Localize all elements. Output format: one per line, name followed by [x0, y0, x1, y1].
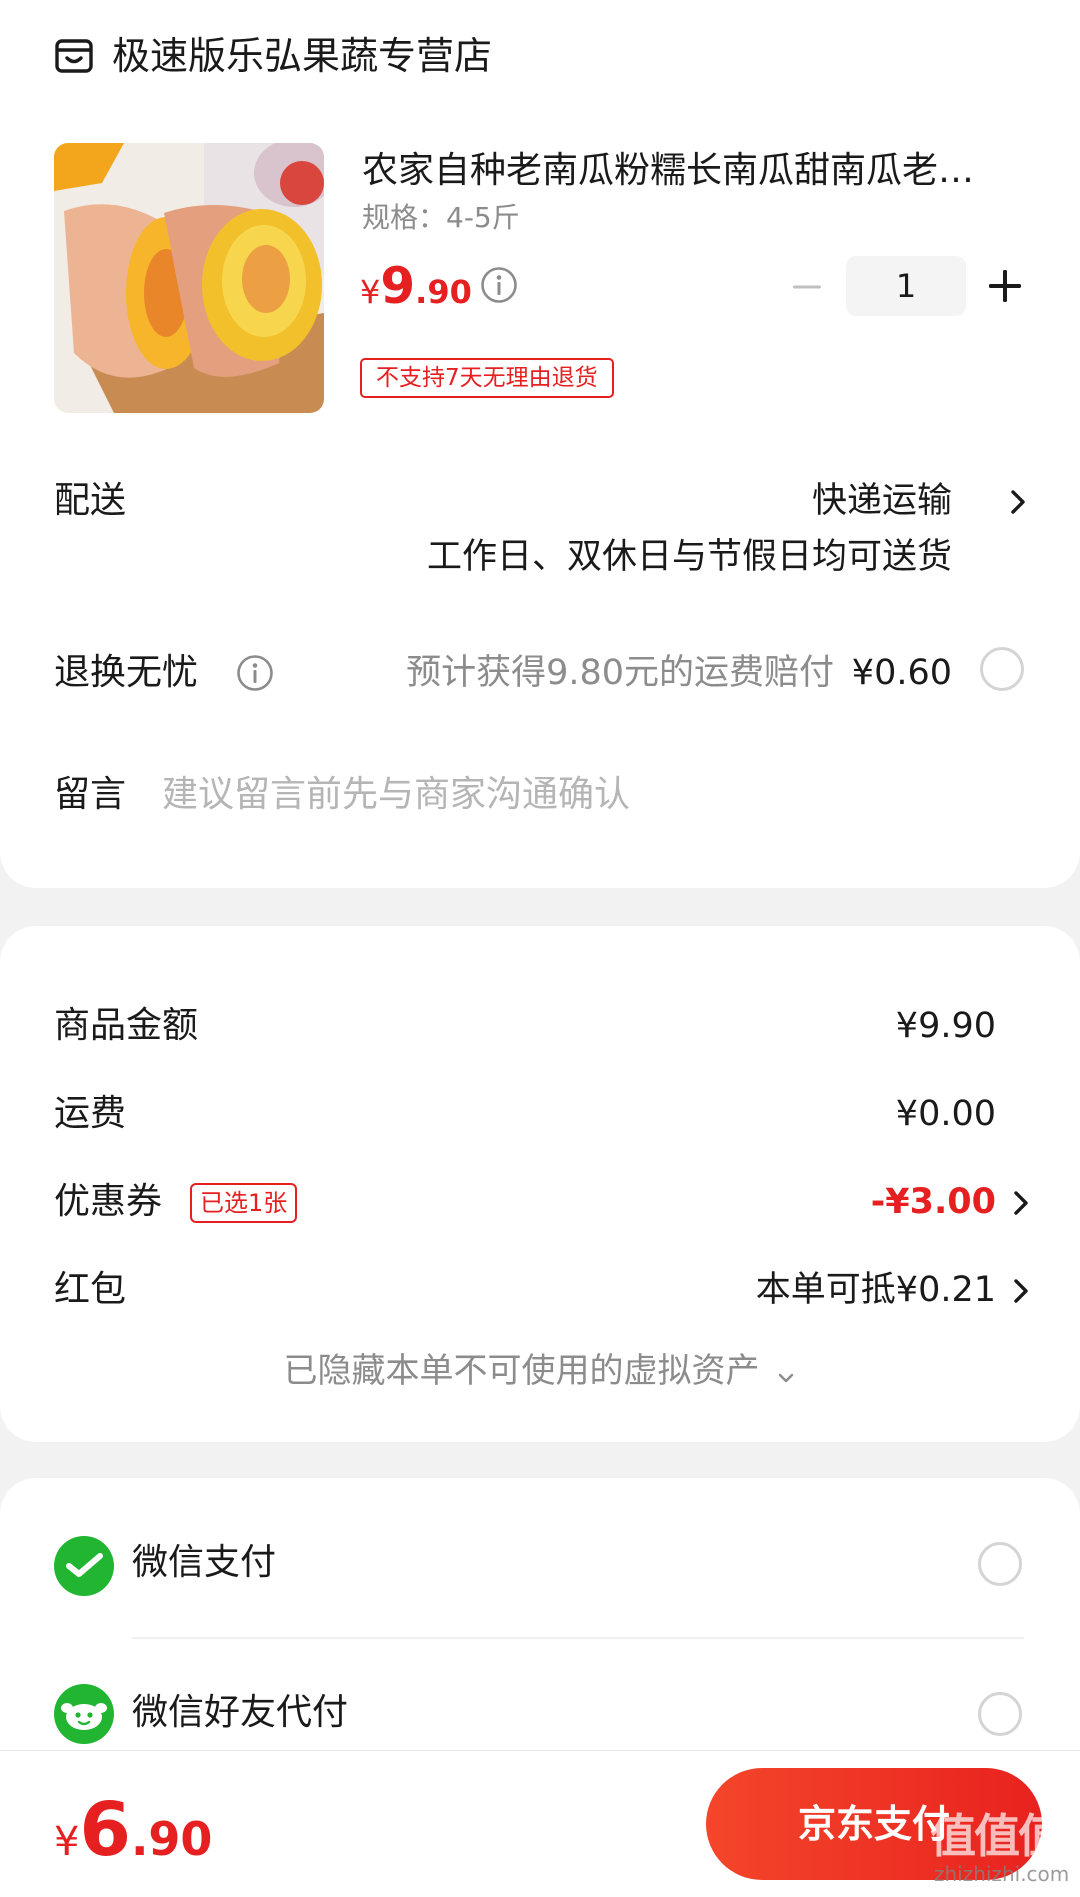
decrease-quantity-button[interactable]: [790, 270, 824, 304]
product-price: ¥9.90: [360, 256, 472, 328]
watermark-logo: 值值值: [930, 1809, 1064, 1863]
return-insurance-radio[interactable]: [980, 647, 1024, 691]
watermark-url: zhizhizhi.com: [934, 1862, 1070, 1886]
store-icon: [55, 39, 93, 73]
chevron-down-icon: [778, 1373, 793, 1382]
red-packet-value[interactable]: 本单可抵¥0.21: [756, 1265, 996, 1315]
payment-method-wechat-friend-pay[interactable]: 微信好友代付: [0, 1674, 1080, 1754]
message-label: 留言: [54, 774, 127, 815]
return-policy-badge: 不支持7天无理由退货: [360, 358, 614, 398]
return-insurance-description: 预计获得9.80元的运费赔付: [406, 653, 834, 693]
total-decimal: .90: [130, 1812, 213, 1866]
increase-quantity-button[interactable]: [987, 268, 1023, 304]
price-info-icon[interactable]: [480, 266, 518, 304]
goods-amount-value: ¥9.90: [895, 1006, 996, 1046]
order-item-card: 极速版乐弘果蔬专营店 农家自种老南瓜粉糯长南瓜甜南瓜老… 规格：4-5斤 ¥9.…: [0, 0, 1080, 888]
wechat-friend-pay-icon: [54, 1684, 114, 1744]
total-price: ¥6.90: [54, 1790, 212, 1890]
coupon-selected-badge: 已选1张: [190, 1183, 298, 1223]
total-integer: 6: [79, 1787, 131, 1873]
wechat-pay-label: 微信支付: [132, 1542, 277, 1583]
message-input[interactable]: 建议留言前先与商家沟通确认: [162, 770, 630, 820]
red-packet-label: 红包: [54, 1269, 127, 1310]
shipping-value: ¥0.00: [895, 1094, 996, 1134]
price-currency: ¥: [360, 273, 381, 311]
return-insurance-label: 退换无忧: [54, 652, 199, 693]
hidden-assets-toggle[interactable]: 已隐藏本单不可使用的虚拟资产: [0, 1346, 1080, 1396]
coupon-chevron-icon[interactable]: [1010, 1188, 1032, 1218]
delivery-chevron-icon[interactable]: [1007, 487, 1029, 517]
product-title[interactable]: 农家自种老南瓜粉糯长南瓜甜南瓜老…: [362, 146, 1022, 196]
coupon-label: 优惠券: [54, 1181, 163, 1222]
wechat-friend-pay-label: 微信好友代付: [132, 1692, 349, 1733]
return-insurance-info-icon[interactable]: [236, 654, 274, 692]
hidden-assets-text: 已隐藏本单不可使用的虚拟资产: [283, 1351, 760, 1391]
wechat-friend-pay-radio[interactable]: [978, 1692, 1022, 1736]
quantity-field[interactable]: 1: [846, 256, 966, 316]
price-decimal: .90: [415, 273, 472, 311]
product-spec[interactable]: 规格：4-5斤: [362, 198, 520, 238]
product-image[interactable]: [54, 143, 324, 413]
wechat-pay-radio[interactable]: [978, 1542, 1022, 1586]
delivery-method[interactable]: 快递运输: [812, 476, 952, 526]
store-name[interactable]: 极速版乐弘果蔬专营店: [112, 30, 492, 82]
payment-method-wechat-pay[interactable]: 微信支付: [0, 1524, 1080, 1604]
coupon-value[interactable]: -¥3.00: [871, 1177, 996, 1227]
goods-amount-label: 商品金额: [54, 1005, 199, 1046]
delivery-label: 配送: [54, 480, 127, 521]
delivery-schedule: 工作日、双休日与节假日均可送货: [426, 537, 952, 577]
return-insurance-price: ¥0.60: [851, 653, 952, 693]
price-integer: 9: [380, 257, 416, 315]
total-currency: ¥: [54, 1819, 80, 1865]
red-packet-chevron-icon[interactable]: [1010, 1276, 1032, 1306]
payment-divider: [132, 1637, 1024, 1639]
wechat-pay-icon: [54, 1536, 114, 1596]
shipping-label: 运费: [54, 1093, 127, 1134]
